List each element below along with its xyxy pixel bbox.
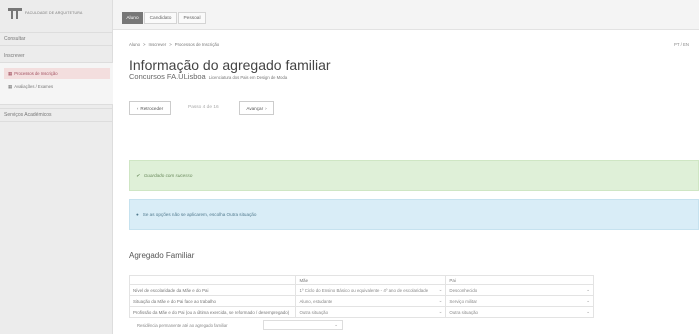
table-row: Nível de escolaridade da Mãe e do Pai 1º…	[128, 284, 594, 296]
next-button-label: Avançar	[246, 105, 264, 111]
table-header-empty	[128, 275, 297, 285]
grid-icon: ▦	[8, 70, 13, 76]
back-button[interactable]: ‹ Retroceder	[129, 101, 171, 115]
logo-mark-icon	[8, 7, 22, 19]
mae-escolaridade-select[interactable]: 1º Ciclo do Ensino Básico ou equivalente…	[295, 284, 447, 296]
sidebar-item-label: Avaliações / Exames	[14, 84, 54, 89]
language-switch[interactable]: PT / EN	[674, 42, 689, 47]
page-title: Informação do agregado familiar	[129, 57, 331, 73]
section-title: Agregado Familiar	[129, 251, 195, 260]
select-value: Serviço militar	[449, 298, 477, 304]
sidebar-item-servicos-academicos[interactable]: Serviços Académicos	[0, 108, 113, 122]
course-name: Licenciatura dos Pais em Design de Moda	[208, 75, 288, 80]
breadcrumb-processos[interactable]: Processos de Inscrição	[175, 42, 219, 47]
logo-text: FACULDADE DE ARQUITETURA	[25, 11, 83, 15]
pai-situacao-select[interactable]: Serviço militar ⌄	[445, 295, 594, 307]
success-message: Guardado com sucesso	[143, 173, 193, 178]
chevron-down-icon: ⌄	[586, 298, 590, 303]
chevron-down-icon: ⌄	[438, 287, 443, 292]
chevron-down-icon: ⌄	[438, 298, 443, 303]
sidebar-submenu: ▦ Processos de Inscrição ▦ Avaliações / …	[0, 63, 113, 105]
sidebar-item-inscrever[interactable]: Inscrever	[0, 49, 113, 63]
chevron-left-icon: ‹	[136, 105, 139, 111]
breadcrumb-inscrever[interactable]: Inscrever	[149, 42, 167, 47]
top-tab-bar: Aluno Candidato Pessoal	[113, 0, 699, 30]
select-value: Desconhecido	[449, 287, 478, 293]
pai-profissao-select[interactable]: Outra situação ⌄	[445, 306, 594, 318]
breadcrumb-separator: >	[143, 42, 146, 47]
table-header-row: Mãe Pai	[128, 275, 594, 285]
faculty-logo[interactable]: FACULDADE DE ARQUITETURA	[8, 5, 104, 21]
table-row: Profissão da Mãe e do Pai (ou a última e…	[128, 306, 594, 318]
row-label: Situação da Mãe e do Pai face ao trabalh…	[128, 295, 297, 307]
chevron-down-icon: ⌄	[586, 309, 590, 314]
contest-name: Concursos FA.ULisboa	[129, 72, 206, 81]
back-button-label: Retroceder	[140, 105, 164, 111]
mae-situacao-select[interactable]: Aluno, estudante ⌄	[295, 295, 447, 307]
row-label: Nível de escolaridade da Mãe e do Pai	[128, 284, 297, 296]
breadcrumb: Aluno > Inscrever > Processos de Inscriç…	[129, 42, 219, 47]
residence-select[interactable]: ⌄	[263, 320, 343, 330]
sidebar-item-consultar[interactable]: Consultar	[0, 32, 113, 46]
table-header-mae: Mãe	[295, 275, 447, 285]
sidebar-item-label: Processos de Inscrição	[14, 71, 58, 76]
residence-label: Residência permanente até ao agregado fa…	[137, 323, 228, 328]
mae-profissao-select[interactable]: Outra situação ⌄	[295, 306, 447, 318]
tab-aluno[interactable]: Aluno	[122, 12, 143, 24]
table-header-pai: Pai	[445, 275, 594, 285]
info-message: Se as opções não se aplicarem, escolha O…	[142, 212, 257, 217]
chevron-right-icon: ›	[265, 105, 267, 111]
table-row: Situação da Mãe e do Pai face ao trabalh…	[128, 295, 594, 307]
info-icon: ●	[136, 212, 139, 217]
info-alert: ● Se as opções não se aplicarem, escolha…	[129, 199, 699, 230]
select-value: Aluno, estudante	[299, 298, 333, 304]
chevron-down-icon: ⌄	[586, 287, 590, 292]
success-alert: ✔ Guardado com sucesso	[129, 160, 699, 191]
chevron-down-icon: ⌄	[438, 309, 443, 314]
tab-pessoal[interactable]: Pessoal	[178, 12, 206, 24]
grid-icon: ▦	[8, 83, 13, 89]
step-indicator: Passo 4 de 16	[188, 105, 219, 110]
chevron-down-icon: ⌄	[334, 322, 338, 327]
breadcrumb-aluno[interactable]: Aluno	[129, 42, 140, 47]
page-subtitle: Concursos FA.ULisboa Licenciatura dos Pa…	[129, 72, 287, 81]
pai-escolaridade-select[interactable]: Desconhecido ⌄	[445, 284, 594, 296]
sidebar: FACULDADE DE ARQUITETURA Consultar Inscr…	[0, 0, 113, 334]
sidebar-item-processos-inscricao[interactable]: ▦ Processos de Inscrição	[4, 68, 110, 79]
family-info-table: Mãe Pai Nível de escolaridade da Mãe e d…	[128, 275, 594, 318]
sidebar-item-avaliacoes-exames[interactable]: ▦ Avaliações / Exames	[4, 81, 110, 92]
select-value: Outra situação	[449, 309, 478, 315]
select-value: Outra situação	[299, 309, 329, 315]
row-label: Profissão da Mãe e do Pai (ou a última e…	[128, 306, 297, 318]
check-icon: ✔	[136, 172, 140, 178]
breadcrumb-separator: >	[169, 42, 172, 47]
next-button[interactable]: Avançar ›	[239, 101, 274, 115]
select-value: 1º Ciclo do Ensino Básico ou equivalente…	[299, 287, 429, 293]
tab-candidato[interactable]: Candidato	[144, 12, 177, 24]
